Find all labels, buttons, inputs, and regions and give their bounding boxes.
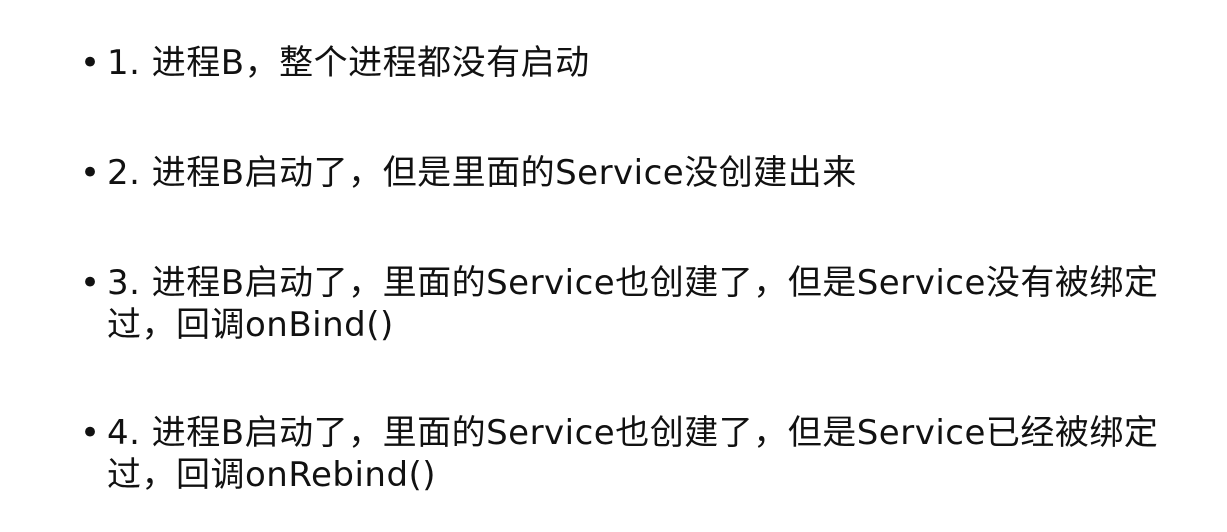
list-item: • 3. 进程B启动了，里面的Service也创建了，但是Service没有被绑… <box>80 262 1180 346</box>
bullet-icon: • <box>80 43 101 83</box>
list-item-text: 3. 进程B启动了，里面的Service也创建了，但是Service没有被绑定过… <box>107 263 1159 345</box>
list-item: • 4. 进程B启动了，里面的Service也创建了，但是Service已经被绑… <box>80 412 1180 496</box>
list-item-text: 1. 进程B，整个进程都没有启动 <box>107 43 590 83</box>
bullet-icon: • <box>80 263 101 303</box>
list-item-text: 4. 进程B启动了，里面的Service也创建了，但是Service已经被绑定过… <box>107 413 1159 495</box>
slide: • 1. 进程B，整个进程都没有启动 • 2. 进程B启动了，但是里面的Serv… <box>0 0 1227 532</box>
list-item: • 1. 进程B，整个进程都没有启动 <box>80 42 1180 84</box>
list-item-text: 2. 进程B启动了，但是里面的Service没创建出来 <box>107 153 857 193</box>
bullet-icon: • <box>80 153 101 193</box>
bullet-icon: • <box>80 413 101 453</box>
list-item: • 2. 进程B启动了，但是里面的Service没创建出来 <box>80 152 1180 194</box>
